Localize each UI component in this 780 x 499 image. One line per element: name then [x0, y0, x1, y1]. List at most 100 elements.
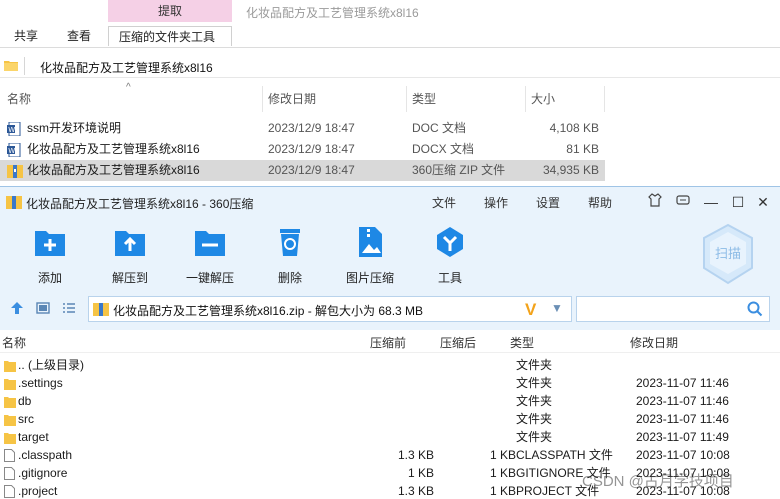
zip-column-type[interactable]: 类型: [510, 334, 534, 351]
file-row[interactable]: W 化妆品配方及工艺管理系统x8l16 2023/12/9 18:47 DOCX…: [0, 139, 605, 160]
file-size: 4,108 KB: [549, 121, 599, 135]
feedback-icon[interactable]: [672, 191, 694, 213]
explorer-window-title: 化妆品配方及工艺管理系统x8l16: [246, 6, 419, 20]
item-name: db: [18, 394, 32, 408]
item-type: 文件夹: [516, 376, 553, 390]
ribbon-divider: [0, 47, 780, 48]
menu-settings[interactable]: 设置: [536, 194, 560, 211]
search-icon[interactable]: [747, 301, 763, 320]
scan-label: 扫描: [715, 247, 741, 262]
csdn-watermark: CSDN @古月学技项目: [582, 473, 734, 490]
item-date: 2023-11-07 11:46: [636, 412, 729, 426]
column-separator[interactable]: [604, 86, 605, 112]
chevron-down-icon[interactable]: ▼: [551, 301, 563, 315]
scan-button[interactable]: 扫描: [700, 223, 756, 285]
column-separator[interactable]: [262, 86, 263, 112]
image-compress-icon: [353, 225, 387, 259]
item-date: 2023-11-07 11:46: [636, 376, 729, 390]
zip-column-original[interactable]: 压缩后: [440, 334, 476, 351]
zip-nav-bar: 化妆品配方及工艺管理系统x8l16.zip - 解包大小为 68.3 MB V …: [0, 293, 780, 323]
tools-hexagon-icon: [433, 225, 467, 259]
list-item[interactable]: .classpath 1.3 KB 1 KB CLASSPATH 文件 2023…: [0, 446, 780, 464]
item-name: .. (上级目录): [18, 358, 84, 372]
menu-help[interactable]: 帮助: [588, 194, 612, 211]
file-type: 360压缩 ZIP 文件: [412, 163, 506, 177]
address-bar[interactable]: 化妆品配方及工艺管理系统x8l16: [0, 54, 780, 78]
item-compressed: 1.3 KB: [397, 448, 434, 462]
column-separator[interactable]: [406, 86, 407, 112]
close-icon[interactable]: ✕: [752, 191, 774, 213]
zip-path-box[interactable]: 化妆品配方及工艺管理系统x8l16.zip - 解包大小为 68.3 MB V …: [88, 296, 572, 322]
file-date: 2023/12/9 18:47: [268, 163, 355, 177]
item-name: .gitignore: [18, 466, 68, 480]
item-date: 2023-11-07 11:49: [636, 430, 729, 444]
svg-text:W: W: [8, 126, 15, 134]
column-header-date[interactable]: 修改日期: [268, 88, 316, 110]
recycle-bin-icon: [273, 225, 307, 259]
item-type: CLASSPATH 文件: [516, 448, 613, 462]
one-click-extract-button[interactable]: 一键解压: [175, 225, 245, 286]
v-brand-icon[interactable]: V: [525, 300, 536, 320]
folder-icon: [4, 59, 18, 74]
extract-to-button[interactable]: 解压到: [95, 225, 165, 286]
tool-label: 工具: [437, 271, 462, 285]
tool-label: 添加: [37, 271, 62, 285]
sort-ascending-icon: ^: [126, 82, 131, 93]
tab-share[interactable]: 共享: [14, 26, 38, 46]
column-header-name[interactable]: 名称: [7, 88, 31, 110]
add-button[interactable]: 添加: [15, 225, 85, 286]
maximize-icon[interactable]: ☐: [727, 191, 749, 213]
item-original: 1 KB: [489, 466, 516, 480]
thumbnail-view-icon[interactable]: [36, 301, 50, 318]
address-separator: [24, 57, 25, 75]
list-item[interactable]: .settings 文件夹 2023-11-07 11:46: [0, 374, 780, 392]
item-name: .project: [18, 484, 58, 498]
zip-window-titlebar[interactable]: 化妆品配方及工艺管理系统x8l16 - 360压缩 文件 操作 设置 帮助 — …: [0, 187, 780, 217]
skin-icon[interactable]: [644, 191, 666, 213]
menu-operate[interactable]: 操作: [484, 194, 508, 211]
list-item[interactable]: .. (上级目录) 文件夹: [0, 356, 780, 374]
list-item[interactable]: db 文件夹 2023-11-07 11:46: [0, 392, 780, 410]
item-type: 文件夹: [516, 394, 553, 408]
item-original: 1 KB: [489, 448, 516, 462]
tab-view[interactable]: 查看: [67, 26, 91, 46]
list-item[interactable]: target 文件夹 2023-11-07 11:49: [0, 428, 780, 446]
item-original: 1 KB: [489, 484, 516, 498]
zip-column-name[interactable]: 名称: [2, 334, 26, 351]
file-name: ssm开发环境说明: [27, 121, 121, 135]
svg-text:W: W: [8, 147, 15, 155]
image-compress-button[interactable]: 图片压缩: [335, 225, 405, 286]
tool-label: 图片压缩: [345, 271, 394, 285]
one-click-extract-icon: [193, 225, 227, 259]
zip-archive-icon: [93, 302, 109, 319]
item-type: 文件夹: [516, 358, 553, 372]
file-row[interactable]: W ssm开发环境说明 2023/12/9 18:47 DOC 文档 4,108…: [0, 118, 605, 139]
item-type: 文件夹: [516, 430, 553, 444]
menu-file[interactable]: 文件: [432, 194, 456, 211]
context-tab-header[interactable]: 提取: [108, 0, 232, 22]
file-name: 化妆品配方及工艺管理系统x8l16: [27, 142, 200, 156]
extract-to-icon: [113, 225, 147, 259]
list-view-icon[interactable]: [62, 301, 76, 318]
zip-app-icon: [6, 195, 22, 212]
item-name: src: [18, 412, 34, 426]
item-name: .settings: [18, 376, 63, 390]
delete-button[interactable]: 删除: [255, 225, 325, 286]
tools-button[interactable]: 工具: [415, 225, 485, 286]
file-type: DOC 文档: [412, 121, 467, 135]
column-separator[interactable]: [525, 86, 526, 112]
zip-column-compressed[interactable]: 压缩前: [370, 334, 406, 351]
file-row-selected[interactable]: 化妆品配方及工艺管理系统x8l16 2023/12/9 18:47 360压缩 …: [0, 160, 605, 181]
item-date: 2023-11-07 11:46: [636, 394, 729, 408]
zip-search-input[interactable]: [576, 296, 770, 322]
tab-compressed-folder-tools[interactable]: 压缩的文件夹工具: [108, 26, 232, 46]
minimize-icon[interactable]: —: [700, 191, 722, 213]
list-item[interactable]: src 文件夹 2023-11-07 11:46: [0, 410, 780, 428]
up-arrow-icon[interactable]: [10, 301, 24, 318]
tool-label: 一键解压: [185, 271, 234, 285]
zip-column-date[interactable]: 修改日期: [630, 334, 678, 351]
item-name: .classpath: [18, 448, 73, 462]
column-header-type[interactable]: 类型: [412, 88, 436, 110]
address-path[interactable]: 化妆品配方及工艺管理系统x8l16: [40, 59, 213, 76]
column-header-size[interactable]: 大小: [531, 88, 555, 110]
